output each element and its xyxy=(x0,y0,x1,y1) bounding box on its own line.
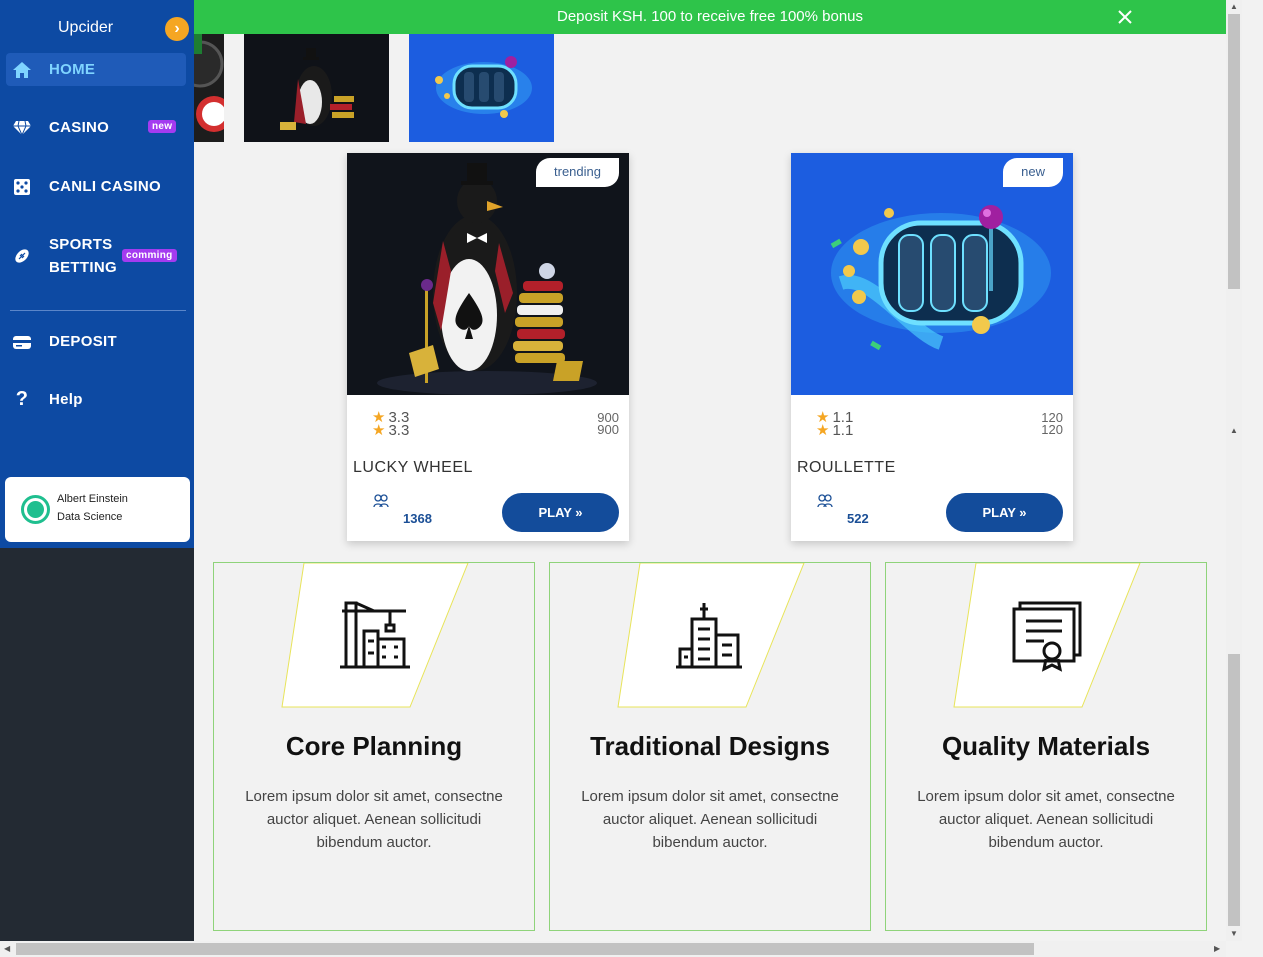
star-icon: ★ xyxy=(372,422,386,439)
certificate-icon xyxy=(953,563,1141,708)
users-icon xyxy=(373,494,389,508)
sidebar-divider xyxy=(10,310,186,311)
game-thumbnail[interactable] xyxy=(194,34,224,142)
sidebar-item-label-line1: SPORTS xyxy=(49,236,113,253)
feature-description: Lorem ipsum dolor sit amet, consectne au… xyxy=(581,788,839,851)
sidebar-item-label: CASINO xyxy=(49,119,110,136)
crane-icon xyxy=(281,563,469,708)
close-icon xyxy=(1118,10,1132,24)
sidebar-item-canli-casino[interactable]: CANLI CASINO xyxy=(0,175,194,198)
football-icon xyxy=(12,246,32,266)
game-thumbnail[interactable] xyxy=(409,34,554,142)
rating-value: 3.3 xyxy=(388,422,410,439)
vertical-scrollbar[interactable]: ▲ ▲ ▼ xyxy=(1226,0,1242,941)
star-icon: ★ xyxy=(816,422,830,439)
close-banner-button[interactable] xyxy=(1115,7,1135,27)
sidebar-item-label: Help xyxy=(49,391,83,408)
sidebar-item-label: DEPOSIT xyxy=(49,333,117,350)
feature-description: Lorem ipsum dolor sit amet, consectne au… xyxy=(245,788,503,851)
player-count: 522 xyxy=(847,511,869,526)
horizontal-scrollbar[interactable]: ◀ ▶ xyxy=(0,941,1226,957)
feature-title: Quality Materials xyxy=(941,731,1151,761)
play-button[interactable]: PLAY » xyxy=(502,493,619,532)
sidebar-menu: Upcider › HOME CASINO new CANLI CASINO S… xyxy=(0,0,194,548)
scroll-down-icon[interactable]: ▼ xyxy=(1230,929,1238,938)
scroll-thumb[interactable] xyxy=(16,943,1034,955)
scroll-thumb[interactable] xyxy=(1228,654,1240,926)
score: 900 900 xyxy=(597,411,619,437)
scroll-left-icon[interactable]: ◀ xyxy=(4,944,10,953)
feature-description: Lorem ipsum dolor sit amet, consectne au… xyxy=(917,788,1175,851)
promo-banner: Deposit KSH. 100 to receive free 100% bo… xyxy=(194,0,1226,34)
chevron-right-icon: › xyxy=(174,20,180,37)
new-tag: new xyxy=(1003,158,1063,187)
question-icon: ? xyxy=(15,388,29,410)
diamond-icon xyxy=(12,118,32,138)
user-role: Data Science xyxy=(57,511,123,523)
feature-card-quality-materials: Quality Materials Lorem ipsum dolor sit … xyxy=(885,562,1207,931)
rating: ★ 1.1 ★ 1.1 xyxy=(816,410,854,439)
users-icon xyxy=(817,494,833,508)
sidebar: Upcider › HOME CASINO new CANLI CASINO S… xyxy=(0,0,194,941)
feature-card-core-planning: Core Planning Lorem ipsum dolor sit amet… xyxy=(213,562,535,931)
score-value: 900 xyxy=(597,422,619,437)
scroll-up-icon[interactable]: ▲ xyxy=(1230,2,1238,11)
game-image[interactable]: trending xyxy=(347,153,629,395)
brand-name: Upcider xyxy=(58,19,114,36)
new-badge: new xyxy=(148,120,177,133)
rating-value: 1.1 xyxy=(832,422,854,439)
game-card[interactable]: trending ★ 3.3 ★ 3.3 900 900 LUCKY WHEEL 1… xyxy=(347,153,629,541)
feature-title: Core Planning xyxy=(285,731,463,761)
city-buildings-icon xyxy=(617,563,805,708)
user-profile-card[interactable]: Albert Einstein Data Science xyxy=(5,477,190,542)
sidebar-item-home[interactable]: HOME xyxy=(6,53,186,86)
game-title: ROULLETTE xyxy=(797,459,896,476)
scroll-thumb[interactable] xyxy=(1228,14,1240,289)
play-button[interactable]: PLAY » xyxy=(946,493,1063,532)
rating: ★ 3.3 ★ 3.3 xyxy=(372,410,410,439)
collapse-sidebar-button[interactable]: › xyxy=(165,17,189,41)
score-value: 120 xyxy=(1041,422,1063,437)
game-image[interactable]: new xyxy=(791,153,1073,395)
player-count: 1368 xyxy=(403,511,432,526)
sidebar-item-casino[interactable]: CASINO new xyxy=(0,116,194,139)
dice-icon xyxy=(12,177,32,197)
feature-title: Traditional Designs xyxy=(590,731,830,761)
wallet-icon xyxy=(12,332,32,352)
trending-tag: trending xyxy=(536,158,619,187)
sidebar-item-deposit[interactable]: DEPOSIT xyxy=(0,330,194,353)
home-icon xyxy=(12,60,32,80)
sidebar-item-label-line2: BETTING xyxy=(49,259,117,276)
feature-card-traditional-designs: Traditional Designs Lorem ipsum dolor si… xyxy=(549,562,871,931)
scroll-right-icon[interactable]: ▶ xyxy=(1214,944,1220,953)
score: 120 120 xyxy=(1041,411,1063,437)
game-thumbnail[interactable] xyxy=(244,34,389,142)
sidebar-item-help[interactable]: ? Help xyxy=(0,388,194,411)
comming-badge: comming xyxy=(122,249,177,262)
banner-text: Deposit KSH. 100 to receive free 100% bo… xyxy=(556,8,863,25)
avatar xyxy=(21,495,50,524)
game-title: LUCKY WHEEL xyxy=(353,459,473,476)
game-card[interactable]: new ★ 1.1 ★ 1.1 120 120 ROULLETTE 522 PLAY… xyxy=(791,153,1073,541)
sidebar-item-label: CANLI CASINO xyxy=(49,178,161,195)
user-name: Albert Einstein xyxy=(57,493,128,505)
sidebar-item-label: HOME xyxy=(49,61,96,78)
sidebar-item-sports-betting[interactable]: SPORTS BETTING comming xyxy=(0,233,194,279)
scroll-up-icon[interactable]: ▲ xyxy=(1230,426,1238,435)
